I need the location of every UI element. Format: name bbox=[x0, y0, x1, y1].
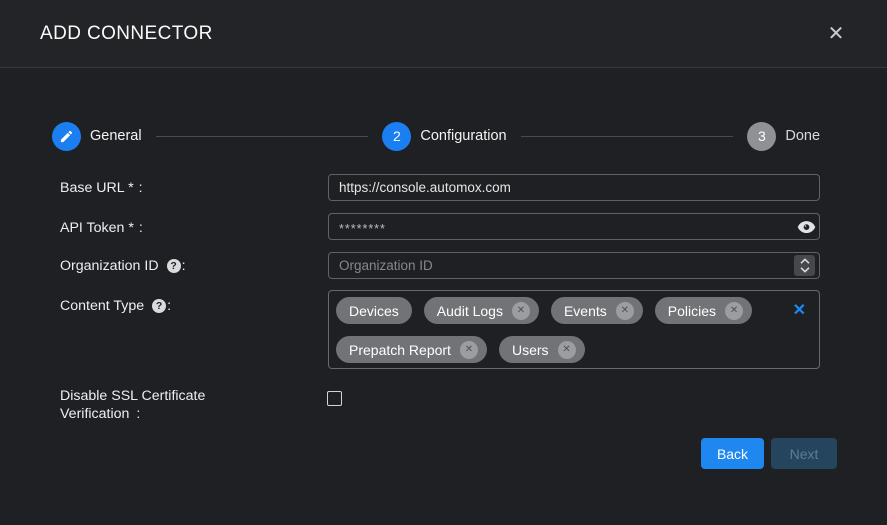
tag-remove-icon[interactable]: ✕ bbox=[512, 302, 530, 320]
ssl-verification-checkbox[interactable] bbox=[327, 391, 342, 406]
add-connector-dialog: ADD CONNECTOR ✕ General 2 Configuration … bbox=[0, 0, 887, 525]
tag-events[interactable]: Events ✕ bbox=[551, 297, 643, 324]
step-configuration-circle: 2 bbox=[382, 122, 411, 151]
tag-prepatch-report[interactable]: Prepatch Report ✕ bbox=[336, 336, 487, 363]
pencil-icon bbox=[59, 129, 74, 144]
dialog-header: ADD CONNECTOR ✕ bbox=[0, 0, 887, 68]
next-button[interactable]: Next bbox=[771, 438, 837, 469]
ssl-verification-label: Disable SSL Certificate Verification: bbox=[60, 388, 256, 423]
tag-audit-logs[interactable]: Audit Logs ✕ bbox=[424, 297, 539, 324]
api-token-input[interactable] bbox=[328, 213, 820, 240]
organization-id-label: Organization ID ? : bbox=[60, 258, 186, 274]
tag-remove-icon[interactable]: ✕ bbox=[616, 302, 634, 320]
step-configuration-label: Configuration bbox=[420, 128, 506, 144]
tag-users[interactable]: Users ✕ bbox=[499, 336, 585, 363]
base-url-input[interactable] bbox=[328, 174, 820, 201]
step-general[interactable]: General bbox=[52, 122, 142, 151]
step-done-circle: 3 bbox=[747, 122, 776, 151]
password-visibility-eye-icon[interactable] bbox=[796, 219, 816, 235]
step-general-circle bbox=[52, 122, 81, 151]
content-type-label: Content Type ? : bbox=[60, 298, 171, 314]
step-connector-line-1 bbox=[156, 136, 369, 137]
content-type-tag-box[interactable]: Devices Audit Logs ✕ Events ✕ Policies ✕… bbox=[328, 290, 820, 369]
help-icon[interactable]: ? bbox=[167, 259, 181, 273]
step-general-label: General bbox=[90, 128, 142, 144]
step-configuration[interactable]: 2 Configuration bbox=[382, 122, 506, 151]
back-button[interactable]: Back bbox=[701, 438, 764, 469]
tag-remove-icon[interactable]: ✕ bbox=[558, 341, 576, 359]
help-icon[interactable]: ? bbox=[152, 299, 166, 313]
wizard-stepper: General 2 Configuration 3 Done bbox=[52, 121, 820, 151]
close-icon[interactable]: ✕ bbox=[823, 21, 849, 47]
dialog-title: ADD CONNECTOR bbox=[40, 23, 213, 45]
tag-remove-icon[interactable]: ✕ bbox=[725, 302, 743, 320]
api-token-label: API Token * : bbox=[60, 220, 143, 236]
step-done-label: Done bbox=[785, 128, 820, 144]
tag-devices[interactable]: Devices bbox=[336, 297, 412, 324]
tag-policies[interactable]: Policies ✕ bbox=[655, 297, 752, 324]
step-done[interactable]: 3 Done bbox=[747, 122, 820, 151]
tag-remove-icon[interactable]: ✕ bbox=[460, 341, 478, 359]
organization-id-input[interactable] bbox=[328, 252, 820, 279]
number-stepper-icon[interactable] bbox=[794, 255, 815, 276]
clear-all-tags-icon[interactable]: ✕ bbox=[793, 300, 806, 320]
base-url-label: Base URL * : bbox=[60, 180, 143, 196]
step-connector-line-2 bbox=[521, 136, 734, 137]
